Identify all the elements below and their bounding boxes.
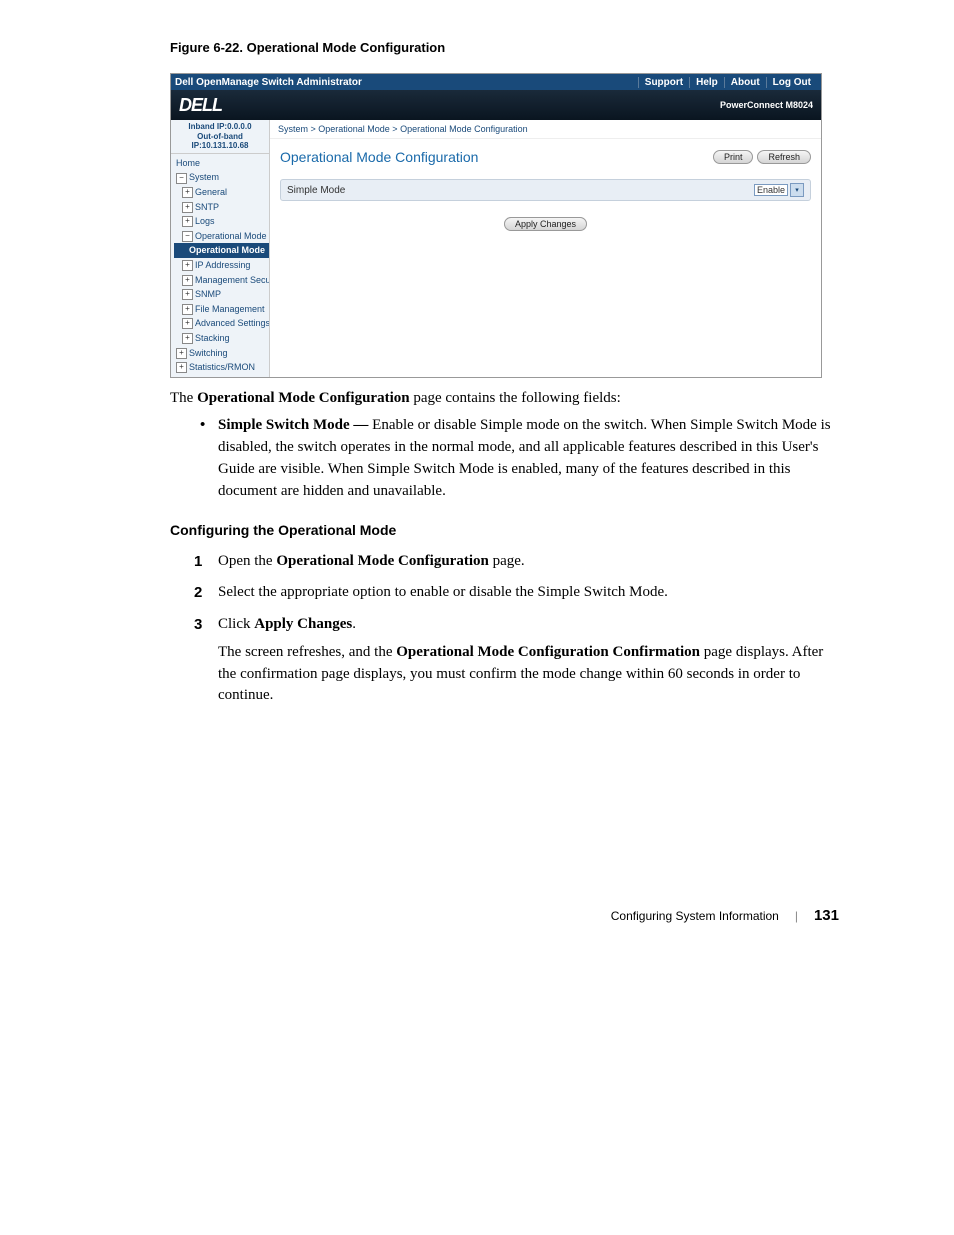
step-3: Click Apply Changes. The screen refreshe…: [200, 614, 839, 707]
tree-home[interactable]: Home: [174, 156, 269, 171]
tree-ip-addressing[interactable]: +IP Addressing: [174, 258, 269, 273]
expand-icon[interactable]: +: [182, 289, 193, 300]
collapse-icon[interactable]: −: [176, 173, 187, 184]
expand-icon[interactable]: +: [176, 348, 187, 359]
tree-stats[interactable]: +Statistics/RMON: [174, 360, 269, 375]
breadcrumb: System > Operational Mode > Operational …: [270, 120, 821, 139]
tree-switching[interactable]: +Switching: [174, 346, 269, 361]
body-text: The Operational Mode Configuration page …: [170, 388, 839, 708]
inband-ip: Inband IP:0.0.0.0: [171, 122, 269, 132]
collapse-icon[interactable]: −: [182, 231, 193, 242]
tree-op-mode[interactable]: −Operational Mode: [174, 229, 269, 244]
refresh-button[interactable]: Refresh: [757, 150, 811, 164]
apply-changes-button[interactable]: Apply Changes: [504, 217, 587, 231]
expand-icon[interactable]: +: [182, 216, 193, 227]
step-1: Open the Operational Mode Configuration …: [200, 551, 839, 573]
tree-system[interactable]: −System: [174, 170, 269, 185]
simple-mode-label: Simple Mode: [287, 185, 754, 196]
support-link[interactable]: Support: [638, 77, 689, 88]
expand-icon[interactable]: +: [176, 362, 187, 373]
simple-mode-row: Simple Mode Enable ▾: [280, 179, 811, 201]
help-link[interactable]: Help: [689, 77, 724, 88]
footer-section: Configuring System Information: [611, 909, 779, 923]
simple-mode-select[interactable]: Enable: [754, 184, 788, 196]
tree-adv-settings[interactable]: +Advanced Settings: [174, 316, 269, 331]
tree-file-mgmt[interactable]: +File Management: [174, 302, 269, 317]
tree-logs[interactable]: +Logs: [174, 214, 269, 229]
product-name: PowerConnect M8024: [720, 100, 813, 110]
dell-logo: DELL: [179, 95, 222, 116]
sidebar: Inband IP:0.0.0.0 Out-of-band IP:10.131.…: [171, 120, 270, 377]
expand-icon[interactable]: +: [182, 318, 193, 329]
tree-sntp[interactable]: +SNTP: [174, 200, 269, 215]
intro-paragraph: The Operational Mode Configuration page …: [170, 388, 839, 410]
chevron-down-icon[interactable]: ▾: [790, 183, 804, 197]
about-link[interactable]: About: [724, 77, 766, 88]
footer-separator: |: [795, 909, 798, 923]
ip-block: Inband IP:0.0.0.0 Out-of-band IP:10.131.…: [171, 120, 269, 154]
expand-icon[interactable]: +: [182, 275, 193, 286]
bullet-simple-switch: Simple Switch Mode — Enable or disable S…: [200, 415, 839, 502]
admin-title: Dell OpenManage Switch Administrator: [175, 77, 362, 88]
expand-icon[interactable]: +: [182, 202, 193, 213]
print-button[interactable]: Print: [713, 150, 754, 164]
main-content: System > Operational Mode > Operational …: [270, 120, 821, 377]
outband-ip: Out-of-band IP:10.131.10.68: [171, 132, 269, 151]
logout-link[interactable]: Log Out: [766, 77, 817, 88]
tree-stacking[interactable]: +Stacking: [174, 331, 269, 346]
tree-snmp[interactable]: +SNMP: [174, 287, 269, 302]
expand-icon[interactable]: +: [182, 333, 193, 344]
page-number: 131: [814, 907, 839, 924]
figure-caption: Figure 6-22. Operational Mode Configurat…: [170, 40, 839, 55]
tree-mgmt-security[interactable]: +Management Security: [174, 273, 269, 288]
tree-general[interactable]: +General: [174, 185, 269, 200]
page-footer: Configuring System Information | 131: [170, 907, 839, 924]
expand-icon[interactable]: +: [182, 260, 193, 271]
admin-header: DELL PowerConnect M8024: [171, 90, 821, 120]
admin-topbar: Dell OpenManage Switch Administrator Sup…: [171, 74, 821, 90]
expand-icon[interactable]: +: [182, 304, 193, 315]
subheading: Configuring the Operational Mode: [170, 520, 839, 540]
expand-icon[interactable]: +: [182, 187, 193, 198]
screenshot: Dell OpenManage Switch Administrator Sup…: [170, 73, 822, 378]
page-title: Operational Mode Configuration: [280, 149, 478, 165]
tree-op-mode-selected[interactable]: Operational Mode: [174, 243, 269, 258]
step-2: Select the appropriate option to enable …: [200, 582, 839, 604]
nav-tree: Home −System +General +SNTP +Logs −Opera…: [171, 154, 269, 377]
